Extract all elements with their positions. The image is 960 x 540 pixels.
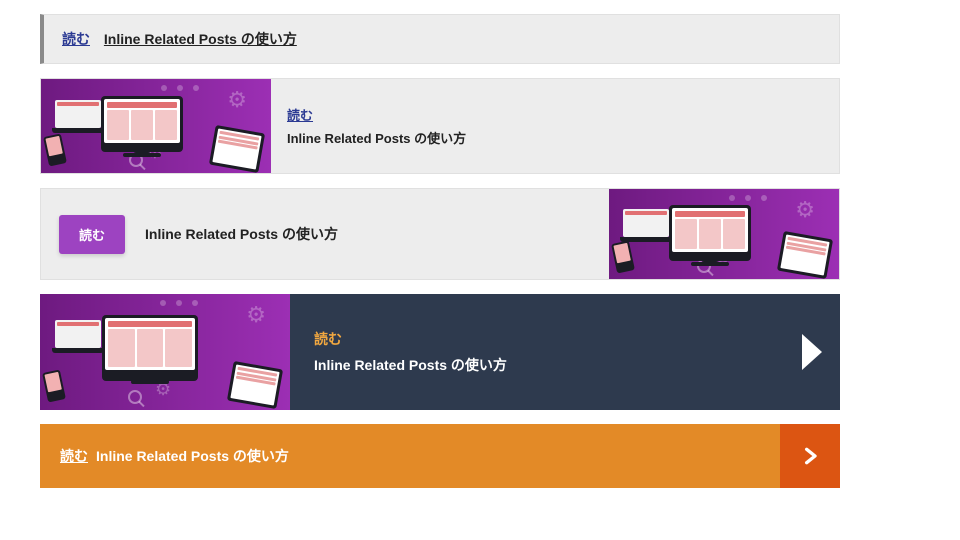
read-label: 読む: [62, 31, 90, 47]
related-post-card-minimal[interactable]: 読む Inline Related Posts の使い方: [40, 14, 840, 64]
post-thumbnail: ⚙ ⚙: [609, 189, 839, 279]
post-title: Inline Related Posts の使い方: [145, 224, 338, 244]
card-body: 読む Inline Related Posts の使い方: [290, 294, 840, 410]
post-thumbnail: ⚙ ⚙: [41, 79, 271, 173]
magnifier-icon: [128, 390, 142, 404]
laptop-icon: [623, 209, 669, 242]
related-post-card-orange[interactable]: 読む Inline Related Posts の使い方: [40, 424, 840, 488]
card-body: 読む Inline Related Posts の使い方: [40, 446, 780, 466]
phone-icon: [42, 369, 66, 402]
monitor-icon: [102, 315, 198, 381]
related-post-card-thumb-left[interactable]: ⚙ ⚙ 読む Inline Related Posts の使い方: [40, 78, 840, 174]
post-title: Inline Related Posts の使い方: [314, 355, 816, 375]
laptop-icon: [55, 320, 101, 353]
monitor-icon: [101, 96, 183, 152]
post-title: Inline Related Posts の使い方: [96, 446, 289, 466]
gear-icon: ⚙: [246, 302, 266, 328]
read-label: 読む: [314, 329, 816, 349]
read-label: 読む: [60, 446, 88, 466]
phone-icon: [611, 240, 635, 273]
gear-icon: ⚙: [795, 197, 815, 223]
monitor-icon: [669, 205, 751, 261]
post-thumbnail: ⚙ ⚙: [40, 294, 290, 410]
gear-icon: ⚙: [227, 87, 247, 113]
read-label: 読む: [287, 105, 466, 124]
chevron-right-button[interactable]: [780, 424, 840, 488]
card-body: 読む Inline Related Posts の使い方: [41, 189, 609, 279]
post-title: Inline Related Posts の使い方: [104, 31, 297, 47]
chevron-right-icon: [800, 446, 820, 466]
tablet-icon: [227, 361, 283, 409]
tablet-icon: [209, 125, 265, 173]
related-post-card-dark[interactable]: ⚙ ⚙ 読む Inline Related Posts の使い方: [40, 294, 840, 410]
read-button[interactable]: 読む: [59, 215, 125, 254]
related-post-card-button[interactable]: 読む Inline Related Posts の使い方 ⚙ ⚙: [40, 188, 840, 280]
laptop-icon: [55, 100, 101, 133]
post-title: Inline Related Posts の使い方: [287, 128, 466, 147]
phone-icon: [43, 134, 67, 167]
tablet-icon: [777, 231, 833, 279]
card-body: 読む Inline Related Posts の使い方: [271, 79, 482, 173]
arrow-right-icon: [802, 334, 822, 370]
